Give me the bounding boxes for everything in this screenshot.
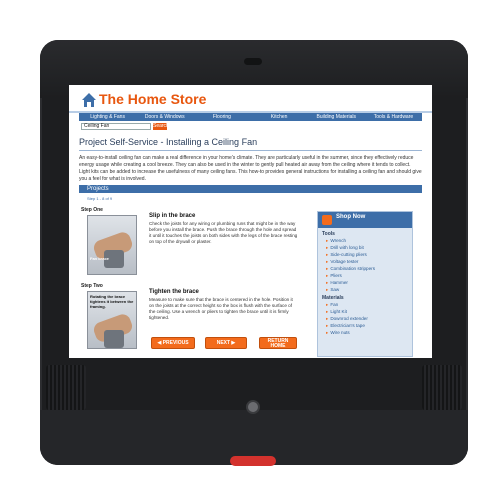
shop-item-material[interactable]: Fan xyxy=(326,302,338,308)
shop-item-material[interactable]: Downrod extender xyxy=(326,316,368,322)
kiosk-screen: The Home Store Lighting & Fans Doors & W… xyxy=(69,85,432,358)
previous-label: PREVIOUS xyxy=(162,340,189,346)
nav-item-kitchen[interactable]: Kitchen xyxy=(251,113,308,121)
shop-item-tool[interactable]: Side-cutting pliers xyxy=(326,252,367,258)
shopping-cart-icon xyxy=(322,215,332,225)
materials-heading: Materials xyxy=(322,295,344,301)
step-one-text: Check the joists for any wiring or plumb… xyxy=(149,221,298,244)
site-title: The Home Store xyxy=(99,91,207,107)
shop-item-tool[interactable]: Drill with long bit xyxy=(326,245,363,251)
step-two-image: Rotating the brace tightens it between t… xyxy=(87,291,137,349)
step-two-text: Measure to make sure that the brace is c… xyxy=(149,297,293,320)
nav-item-building-materials[interactable]: Building Materials xyxy=(308,113,365,121)
tools-heading: Tools xyxy=(322,231,335,237)
speaker-grille-right xyxy=(422,365,462,410)
nav-item-doors[interactable]: Doors & Windows xyxy=(136,113,193,121)
page-title: Project Self-Service - Installing a Ceil… xyxy=(79,137,258,147)
shop-item-material[interactable]: Wire nuts xyxy=(326,330,349,336)
shop-item-tool[interactable]: Saw xyxy=(326,287,339,293)
shop-item-tool[interactable]: Wrench xyxy=(326,238,346,244)
next-label: NEXT xyxy=(216,340,231,346)
hardware-home-button[interactable] xyxy=(246,400,260,414)
step-one-caption: Fan brace xyxy=(90,256,109,261)
intro-text: An easy-to-install ceiling fan can make … xyxy=(79,155,422,182)
step-two-label: Step Two xyxy=(81,283,103,289)
shop-item-tool[interactable]: Combination strippers xyxy=(326,266,375,272)
return-home-button[interactable]: RETURN HOME xyxy=(259,337,297,349)
camera-icon xyxy=(244,58,262,65)
search-button[interactable]: Search xyxy=(153,123,169,130)
step-two-heading: Tighten the brace xyxy=(149,289,199,295)
site-header: The Home Store xyxy=(69,85,432,113)
shop-item-tool[interactable]: Hammer xyxy=(326,280,348,286)
nav-item-lighting[interactable]: Lighting & Fans xyxy=(79,113,136,121)
step-one-image: Fan brace xyxy=(87,215,137,275)
shop-item-material[interactable]: Light Kit xyxy=(326,309,347,315)
nav-item-flooring[interactable]: Flooring xyxy=(193,113,250,121)
shop-now-panel: Shop Now Tools Wrench Drill with long bi… xyxy=(317,211,413,357)
house-logo-icon xyxy=(82,93,96,107)
search-row: Ceiling Fan Search xyxy=(81,123,169,131)
scanner-window xyxy=(230,456,276,466)
previous-button[interactable]: ◀ PREVIOUS xyxy=(151,337,195,349)
step-one-heading: Slip in the brace xyxy=(149,213,196,219)
speaker-grille-left xyxy=(46,365,86,410)
search-input[interactable]: Ceiling Fan xyxy=(81,123,151,130)
step-one-label: Step One xyxy=(81,207,103,213)
projects-bar: Projects xyxy=(79,185,422,193)
shop-item-material[interactable]: Electrician's tape xyxy=(326,323,365,329)
nav-item-tools[interactable]: Tools & Hardware xyxy=(365,113,422,121)
step-count: Step 1 - 8 of 9 xyxy=(87,196,113,201)
title-divider xyxy=(79,150,422,151)
shop-now-header: Shop Now xyxy=(318,212,412,228)
next-button[interactable]: NEXT ▶ xyxy=(205,337,247,349)
main-nav: Lighting & Fans Doors & Windows Flooring… xyxy=(79,113,422,121)
shop-item-tool[interactable]: Pliers xyxy=(326,273,342,279)
shop-now-title: Shop Now xyxy=(336,214,366,220)
step-two-caption: Rotating the brace tightens it between t… xyxy=(90,294,134,309)
brace-illustration xyxy=(104,330,124,348)
shop-item-tool[interactable]: Voltage tester xyxy=(326,259,358,265)
